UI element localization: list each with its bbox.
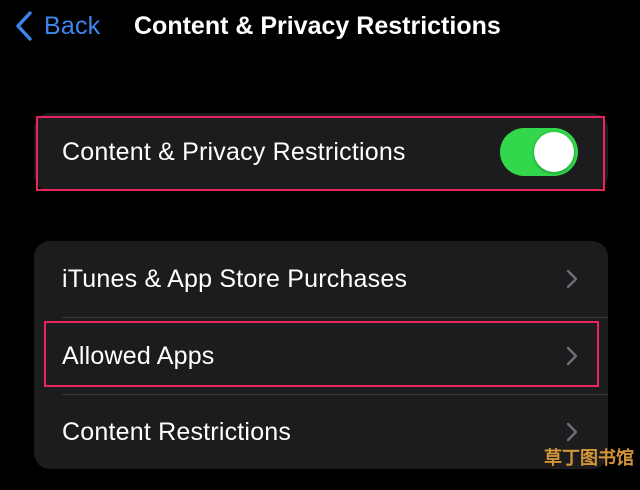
back-label: Back [44, 11, 101, 40]
toggle-knob [534, 132, 574, 172]
chevron-left-icon [16, 11, 32, 41]
master-toggle-group: Content & Privacy Restrictions [34, 113, 608, 191]
screen: Back Content & Privacy Restrictions Cont… [0, 0, 640, 490]
list-item-label: Content Restrictions [62, 417, 292, 446]
watermark: 草丁图书馆 [544, 448, 634, 468]
content-privacy-toggle[interactable] [500, 128, 578, 176]
master-toggle-row[interactable]: Content & Privacy Restrictions [34, 114, 608, 190]
chevron-right-icon [566, 422, 578, 442]
chevron-right-icon [566, 346, 578, 366]
list-item-label: Allowed Apps [62, 341, 215, 370]
list-item-label: iTunes & App Store Purchases [62, 264, 408, 293]
back-button[interactable]: Back [16, 8, 100, 44]
list-item-itunes-app-store-purchases[interactable]: iTunes & App Store Purchases [34, 241, 608, 317]
chevron-right-icon [566, 269, 578, 289]
list-item-content-restrictions[interactable]: Content Restrictions [34, 394, 608, 470]
list-item-allowed-apps[interactable]: Allowed Apps [34, 318, 608, 394]
master-toggle-label: Content & Privacy Restrictions [62, 137, 406, 166]
page-title: Content & Privacy Restrictions [134, 12, 501, 40]
restrictions-list: iTunes & App Store Purchases Allowed App… [34, 241, 608, 469]
navigation-bar: Back Content & Privacy Restrictions [0, 0, 640, 56]
